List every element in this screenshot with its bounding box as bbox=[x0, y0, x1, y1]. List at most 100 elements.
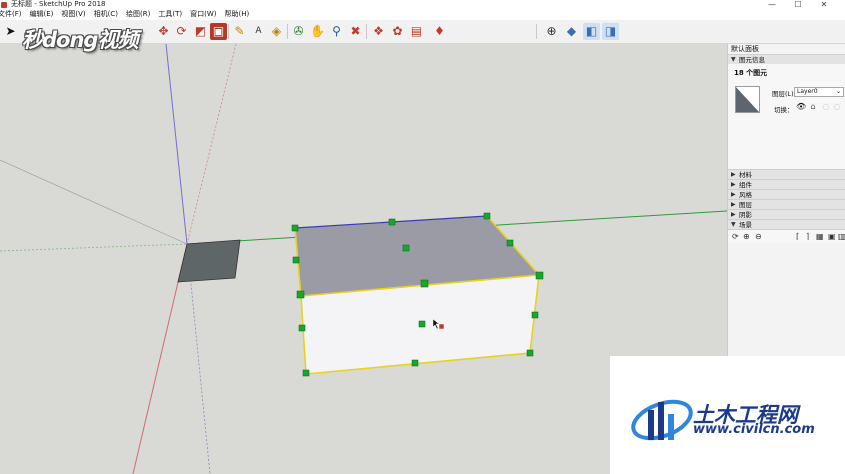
scale-icon[interactable]: ◩ bbox=[192, 23, 209, 40]
layer-select[interactable]: Layer0 ⌄ bbox=[794, 87, 844, 97]
sketchup-app-icon bbox=[1, 1, 7, 8]
section-materials-label: 材料 bbox=[739, 170, 752, 179]
toolbar-separator bbox=[228, 24, 229, 39]
section-scenes[interactable]: ▼ 场景 bbox=[728, 219, 845, 229]
default-tray: 默认面板 ▼ 图元信息 18 个图元 图层(L): Layer0 ⌄ 切换： 👁… bbox=[727, 44, 845, 356]
move-icon[interactable]: ✥ bbox=[155, 23, 172, 40]
ground-face[interactable] bbox=[177, 239, 241, 283]
entity-thumbnail bbox=[735, 86, 760, 113]
layer-value: Layer0 bbox=[797, 88, 818, 95]
front-view-icon[interactable]: ◧ bbox=[583, 23, 600, 40]
collapse-arrow-icon: ▼ bbox=[731, 55, 736, 63]
grip[interactable] bbox=[402, 244, 410, 252]
menu-edit[interactable]: 编辑(E) bbox=[26, 9, 58, 20]
toggle-label: 切换： bbox=[774, 106, 794, 114]
zoom-icon[interactable]: ⚲ bbox=[328, 23, 345, 40]
expand-arrow-icon: ▶ bbox=[731, 190, 736, 198]
grip[interactable] bbox=[291, 224, 299, 232]
select-arrow-icon[interactable]: ➤ bbox=[2, 23, 19, 40]
window-title: 无标题 - SketchUp Pro 2018 bbox=[11, 0, 106, 8]
push-pull-cursor-icon bbox=[438, 323, 445, 330]
toolbar-separator bbox=[536, 24, 537, 39]
expand-arrow-icon: ▶ bbox=[731, 200, 736, 208]
menu-window[interactable]: 窗口(W) bbox=[186, 9, 220, 20]
entity-info-header[interactable]: ▼ 图元信息 bbox=[728, 54, 845, 64]
grip[interactable] bbox=[411, 359, 419, 367]
rotate-icon[interactable]: ⟳ bbox=[173, 23, 190, 40]
top-view-icon[interactable]: ◨ bbox=[602, 23, 619, 40]
section-styles[interactable]: ▶ 风格 bbox=[728, 189, 845, 199]
eye-icon[interactable]: 👁 bbox=[796, 102, 806, 112]
text-icon[interactable]: A bbox=[250, 23, 267, 40]
menu-help[interactable]: 帮助(H) bbox=[220, 9, 253, 20]
section-shadows-label: 阴影 bbox=[739, 210, 752, 219]
grip[interactable] bbox=[388, 218, 396, 226]
grip[interactable] bbox=[418, 320, 426, 328]
grip[interactable] bbox=[506, 239, 514, 247]
axes-icon[interactable]: ⊕ bbox=[543, 23, 560, 40]
section-shadows[interactable]: ▶ 阴影 bbox=[728, 209, 845, 219]
expand-arrow-icon: ▶ bbox=[731, 170, 736, 178]
menu-draw[interactable]: 绘图(R) bbox=[122, 9, 154, 20]
section-components[interactable]: ▶ 组件 bbox=[728, 179, 845, 189]
face-thumbnail-icon bbox=[736, 87, 759, 112]
remove-scene-icon[interactable]: ⊖ bbox=[755, 232, 762, 242]
scene-toolbar: ⟳ ⊕ ⊖ ⌈ ⌉ ▦ ▣ ▥ bbox=[728, 229, 845, 243]
orbit-icon[interactable]: ✇ bbox=[290, 23, 307, 40]
grip[interactable] bbox=[296, 290, 305, 299]
grip[interactable] bbox=[526, 349, 534, 357]
grip[interactable] bbox=[535, 271, 544, 280]
refresh-icon[interactable]: ⟳ bbox=[732, 232, 739, 242]
grip[interactable] bbox=[302, 369, 310, 377]
pan-icon[interactable]: ✋ bbox=[309, 23, 326, 40]
move-up-icon[interactable]: ⌈ bbox=[796, 232, 799, 242]
grip[interactable] bbox=[483, 212, 491, 220]
chevron-down-icon: ⌄ bbox=[835, 88, 841, 95]
grip[interactable] bbox=[420, 279, 429, 288]
section-materials[interactable]: ▶ 材料 bbox=[728, 169, 845, 179]
cast-shadow-icon[interactable]: ◌ bbox=[821, 102, 831, 112]
grip[interactable] bbox=[298, 324, 306, 332]
section-layers-label: 图层 bbox=[739, 200, 752, 209]
send-icon[interactable]: ▤ bbox=[408, 23, 425, 40]
extension-icon[interactable]: ✿ bbox=[389, 23, 406, 40]
watermark-logo: 秒dong视频 bbox=[22, 28, 138, 52]
menu-bar: 文件(F) 编辑(E) 视图(V) 相机(C) 绘图(R) 工具(T) 窗口(W… bbox=[0, 9, 845, 20]
expand-arrow-icon: ▶ bbox=[731, 180, 736, 188]
title-bar: 无标题 - SketchUp Pro 2018 — ☐ ✕ bbox=[0, 0, 845, 9]
ruby-icon[interactable]: ♦ bbox=[431, 23, 448, 40]
warehouse-icon[interactable]: ❖ bbox=[370, 23, 387, 40]
view-options-icon[interactable]: ▦ bbox=[816, 232, 824, 242]
menu-tools[interactable]: 工具(T) bbox=[154, 9, 186, 20]
lock-icon[interactable]: ⌂ bbox=[808, 102, 818, 112]
add-scene-icon[interactable]: ⊕ bbox=[743, 232, 750, 242]
watermark-site-url: www.civilcn.com bbox=[693, 422, 815, 437]
toolbar-separator bbox=[287, 24, 288, 39]
expand-arrow-icon: ▶ bbox=[731, 210, 736, 218]
toolbar-separator bbox=[366, 24, 367, 39]
grip[interactable] bbox=[531, 311, 539, 319]
push-pull-icon[interactable]: ▣ bbox=[210, 23, 227, 40]
sort-icon[interactable]: ▥ bbox=[838, 232, 845, 242]
minimize-button[interactable]: — bbox=[760, 0, 784, 9]
iso-view-icon[interactable]: ◆ bbox=[563, 23, 580, 40]
section-layers[interactable]: ▶ 图层 bbox=[728, 199, 845, 209]
close-button[interactable]: ✕ bbox=[812, 0, 836, 9]
paint-bucket-icon[interactable]: ◈ bbox=[268, 23, 285, 40]
menu-camera[interactable]: 相机(C) bbox=[90, 9, 122, 20]
details-icon[interactable]: ▣ bbox=[828, 232, 836, 242]
menu-view[interactable]: 视图(V) bbox=[57, 9, 89, 20]
red-axis-negative bbox=[186, 44, 237, 245]
tape-measure-icon[interactable]: ✎ bbox=[231, 23, 248, 40]
entity-info-label: 图元信息 bbox=[739, 55, 765, 64]
menu-file[interactable]: 文件(F) bbox=[0, 9, 26, 20]
entity-info-panel: 18 个图元 图层(L): Layer0 ⌄ 切换： 👁 ⌂ ◌ ◌ bbox=[728, 64, 845, 169]
section-scenes-label: 场景 bbox=[739, 220, 752, 229]
grip[interactable] bbox=[292, 256, 300, 264]
collapse-arrow-icon: ▼ bbox=[731, 220, 736, 228]
maximize-button[interactable]: ☐ bbox=[786, 0, 810, 9]
zoom-extents-icon[interactable]: ✖ bbox=[347, 23, 364, 40]
move-down-icon[interactable]: ⌉ bbox=[806, 232, 809, 242]
receive-shadow-icon[interactable]: ◌ bbox=[832, 102, 842, 112]
tray-title: 默认面板 bbox=[728, 44, 845, 54]
